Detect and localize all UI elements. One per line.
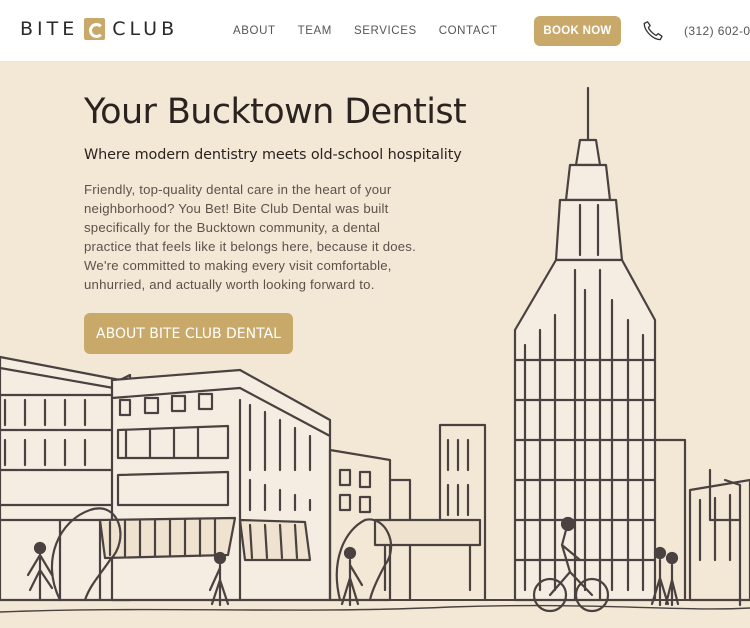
nav-link-contact[interactable]: CONTACT xyxy=(439,25,498,37)
hero-description: Friendly, top-quality dental care in the… xyxy=(84,182,416,292)
phone-number[interactable]: (312) 602-002 xyxy=(684,24,750,38)
hero-title: Your Bucktown Dentist xyxy=(84,92,467,132)
logo-text-club: CLUB xyxy=(112,18,179,40)
site-header: BITE CLUB ABOUT TEAM SERVICES CONTACT BO… xyxy=(0,0,750,62)
main-nav: ABOUT TEAM SERVICES CONTACT xyxy=(233,25,520,37)
phone-icon[interactable] xyxy=(641,19,665,43)
hero-subtitle: Where modern dentistry meets old-school … xyxy=(84,147,462,163)
book-now-button[interactable]: BOOK NOW xyxy=(534,16,621,46)
nav-link-services[interactable]: SERVICES xyxy=(354,25,417,37)
bite-club-logo-mark-icon xyxy=(84,18,106,40)
site-logo[interactable]: BITE CLUB xyxy=(20,17,178,41)
nav-link-team[interactable]: TEAM xyxy=(298,25,332,37)
logo-text-bite: BITE xyxy=(20,18,79,40)
nav-link-about[interactable]: ABOUT xyxy=(233,25,276,37)
about-bite-club-button[interactable]: ABOUT BITE CLUB DENTAL xyxy=(84,313,293,354)
